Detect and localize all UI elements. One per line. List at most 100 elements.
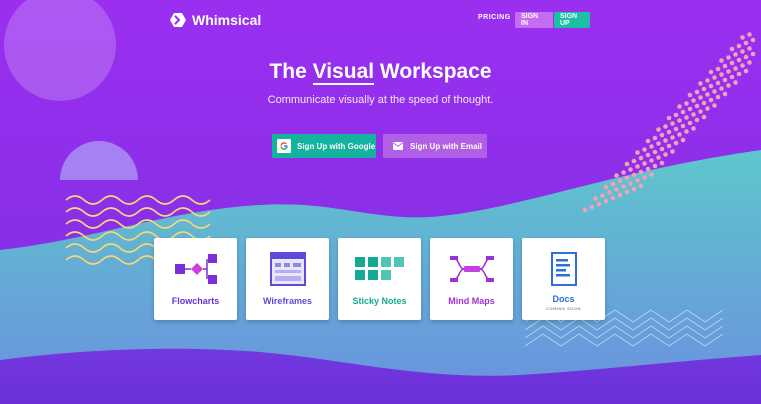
flowchart-icon bbox=[174, 252, 218, 286]
decor-dot bbox=[642, 175, 647, 180]
decor-dot bbox=[645, 166, 651, 172]
decor-dot bbox=[617, 178, 623, 184]
decor-dot bbox=[736, 43, 742, 49]
coming-soon-badge: COMING SOON bbox=[546, 306, 581, 311]
decor-dot bbox=[631, 158, 637, 164]
decor-dot bbox=[631, 186, 637, 192]
google-signup-label: Sign Up with Google bbox=[297, 141, 376, 151]
decor-dot bbox=[656, 141, 661, 146]
decor-dot bbox=[743, 40, 749, 46]
sticky-notes-icon bbox=[354, 252, 406, 286]
card-mind-maps[interactable]: Mind Maps bbox=[430, 238, 513, 320]
decor-dot bbox=[670, 149, 675, 154]
decor-dot bbox=[631, 172, 637, 178]
decor-dot bbox=[638, 183, 644, 189]
decor-dot bbox=[680, 137, 686, 143]
decor-dot bbox=[638, 169, 644, 175]
decor-dot bbox=[635, 150, 640, 155]
decor-dot bbox=[684, 115, 689, 120]
decor-circle bbox=[4, 0, 116, 101]
card-label: Sticky Notes bbox=[352, 296, 407, 306]
page-title: The Visual Workspace bbox=[0, 60, 761, 85]
email-signup-label: Sign Up with Email bbox=[410, 141, 483, 151]
decor-dot bbox=[652, 163, 658, 169]
sign-up-button[interactable]: SIGN UP bbox=[554, 12, 590, 28]
decor-dot bbox=[635, 178, 640, 183]
decor-dot bbox=[624, 175, 630, 181]
logo[interactable]: Whimsical bbox=[170, 12, 261, 28]
email-signup-button[interactable]: Sign Up with Email bbox=[383, 134, 487, 158]
decor-dot bbox=[624, 161, 630, 167]
card-docs[interactable]: Docs COMING SOON bbox=[522, 238, 605, 320]
decor-dot bbox=[649, 158, 654, 163]
decor-dot bbox=[614, 187, 619, 192]
hero-subtitle: Communicate visually at the speed of tho… bbox=[267, 94, 494, 106]
decor-dot bbox=[684, 129, 689, 134]
title-prefix: The bbox=[269, 60, 313, 83]
decor-dot bbox=[645, 138, 651, 144]
decor-dot bbox=[747, 46, 752, 51]
decor-dot bbox=[698, 109, 703, 114]
decor-dot bbox=[701, 86, 707, 92]
decor-dot bbox=[649, 144, 654, 149]
brand-name: Whimsical bbox=[192, 12, 262, 28]
decor-dot bbox=[659, 146, 665, 152]
decor-dot bbox=[621, 184, 626, 189]
decor-dot bbox=[733, 52, 738, 57]
decor-dot bbox=[603, 198, 609, 204]
decor-dot bbox=[677, 118, 682, 123]
decor-dot bbox=[603, 184, 609, 190]
decor-dot bbox=[621, 170, 626, 175]
decor-dot bbox=[740, 49, 745, 54]
google-signup-button[interactable]: Sign Up with Google bbox=[272, 134, 376, 158]
decor-dot bbox=[670, 121, 675, 126]
decor-dot bbox=[610, 181, 616, 187]
decor-dot bbox=[694, 117, 700, 123]
decor-dot bbox=[677, 132, 682, 137]
decor-dot bbox=[652, 149, 658, 155]
decor-dot bbox=[705, 106, 710, 111]
envelope-icon bbox=[393, 142, 403, 150]
decor-dot bbox=[663, 152, 668, 157]
decor-dot bbox=[628, 181, 633, 186]
document-icon bbox=[550, 252, 577, 286]
decor-dot bbox=[666, 143, 672, 149]
google-icon bbox=[277, 139, 291, 153]
decor-dot bbox=[687, 106, 693, 112]
whimsical-logo-icon bbox=[170, 13, 186, 27]
decor-half-circle bbox=[60, 141, 138, 180]
card-label: Wireframes bbox=[263, 296, 312, 306]
card-wireframes[interactable]: Wireframes bbox=[246, 238, 329, 320]
decor-dot bbox=[635, 164, 640, 169]
decor-dot bbox=[691, 126, 696, 131]
decor-dot bbox=[656, 155, 661, 160]
decor-dot bbox=[614, 173, 619, 178]
card-sticky-notes[interactable]: Sticky Notes bbox=[338, 238, 421, 320]
decor-dot bbox=[624, 189, 630, 195]
decor-dot bbox=[610, 195, 616, 201]
title-highlight: Visual bbox=[312, 60, 375, 85]
decor-dot bbox=[589, 204, 595, 210]
sign-in-button[interactable]: SIGN IN bbox=[515, 12, 553, 28]
decor-dot bbox=[628, 167, 633, 172]
decor-dot bbox=[642, 147, 647, 152]
decor-dot bbox=[663, 124, 668, 129]
pricing-link[interactable]: PRICING bbox=[478, 14, 511, 21]
decor-dot bbox=[673, 112, 679, 118]
decor-dot bbox=[638, 155, 644, 161]
decor-dot bbox=[596, 201, 602, 207]
decor-dot bbox=[719, 86, 724, 91]
decor-dot bbox=[743, 54, 749, 60]
card-label: Docs bbox=[552, 294, 575, 304]
decor-dot bbox=[691, 112, 696, 117]
decor-dot bbox=[687, 120, 693, 126]
decor-dot bbox=[642, 161, 647, 166]
wireframe-icon bbox=[269, 252, 306, 286]
landing-page: Whimsical PRICING SIGN IN SIGN UP The Vi… bbox=[0, 0, 761, 404]
decor-dot bbox=[645, 152, 651, 158]
decor-dot bbox=[750, 37, 756, 43]
decor-dot bbox=[663, 138, 668, 143]
card-label: Flowcharts bbox=[171, 296, 220, 306]
decor-dot bbox=[652, 135, 658, 141]
card-flowcharts[interactable]: Flowcharts bbox=[154, 238, 237, 320]
